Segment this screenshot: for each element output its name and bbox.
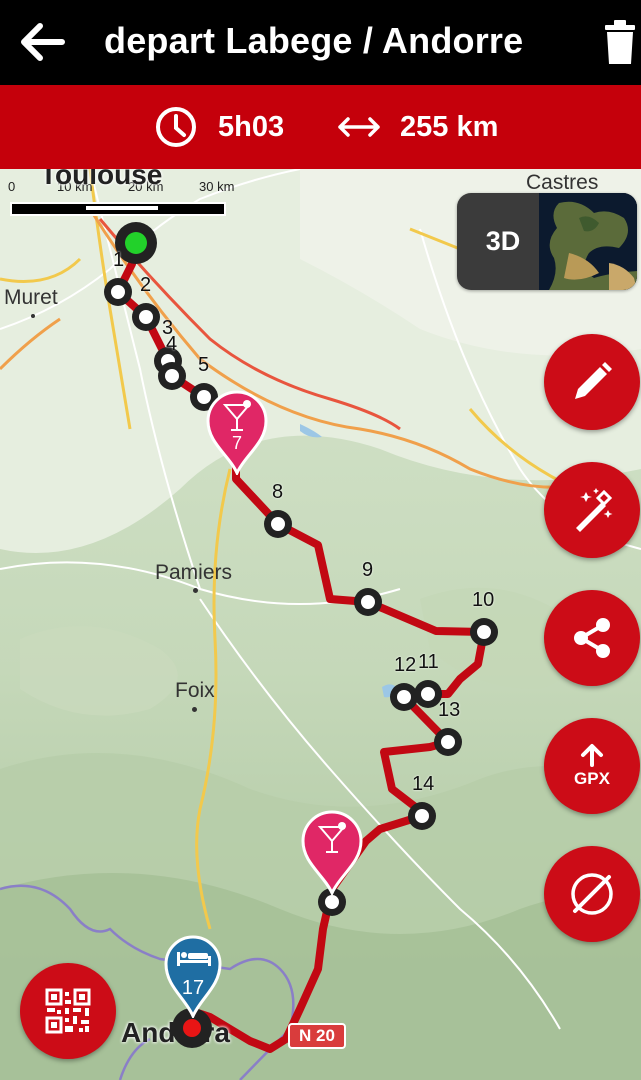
waypoint-marker-8[interactable] (264, 510, 292, 538)
scale-label-30: 30 km (199, 179, 235, 194)
trash-icon (605, 20, 635, 64)
waypoint-marker-4[interactable] (158, 362, 186, 390)
map-view[interactable]: 0 10 km 20 km 30 km Toulouse Castres Mur… (0, 169, 641, 1080)
edit-route-button[interactable] (544, 334, 640, 430)
waypoint-label-10: 10 (472, 589, 495, 611)
road-badge-n20: N 20 (288, 1023, 346, 1049)
poi-pin-bar-16[interactable] (300, 809, 364, 897)
distance-stat: 255 km (336, 85, 498, 169)
duration-value: 5h03 (218, 110, 285, 143)
duration-stat: 5h03 (154, 85, 284, 169)
pamiers-dot (193, 588, 198, 593)
waypoint-label-12: 12 (394, 654, 417, 676)
place-foix: Foix (175, 679, 215, 702)
delete-button[interactable] (596, 14, 641, 70)
gpx-label: GPX (574, 769, 610, 788)
gpx-upload-icon (581, 744, 603, 767)
place-toulouse: Toulouse (40, 169, 163, 190)
place-pamiers: Pamiers (155, 561, 233, 584)
poi-pin-bar-7[interactable]: 7 (205, 389, 269, 477)
qr-code-button[interactable] (20, 963, 116, 1059)
poi-label: 17 (182, 977, 204, 999)
magic-wand-icon (576, 488, 613, 532)
place-castres: Castres (526, 171, 599, 194)
poi-pin-lodging-17[interactable]: 17 (163, 934, 223, 1020)
qr-code-icon (45, 988, 91, 1034)
poi-label: 7 (232, 433, 242, 453)
waypoint-marker-2[interactable] (132, 303, 160, 331)
3d-label: 3D (485, 226, 521, 256)
distance-value: 255 km (400, 110, 499, 143)
waypoint-label-14: 14 (412, 773, 435, 795)
waypoint-marker-13[interactable] (434, 728, 462, 756)
waypoint-marker-14[interactable] (408, 802, 436, 830)
top-app-bar: depart Labege / Andorre (0, 0, 641, 85)
waypoint-label-2: 2 (140, 274, 152, 296)
waypoint-label-5: 5 (198, 354, 210, 376)
3d-layer-toggle[interactable]: 3D (457, 193, 637, 290)
waypoint-label-13: 13 (438, 699, 461, 721)
route-stats-bar: 5h03 255 km (0, 85, 641, 169)
waypoint-label-8: 8 (272, 481, 284, 503)
share-icon (574, 618, 610, 658)
place-muret: Muret (4, 286, 58, 309)
waypoint-label-4: 4 (166, 333, 178, 355)
waypoint-label-1: 1 (113, 249, 125, 271)
auto-route-button[interactable] (544, 462, 640, 558)
eye-off-icon (571, 873, 613, 915)
muret-dot (31, 314, 35, 318)
waypoint-label-11: 11 (418, 651, 439, 673)
pencil-icon (575, 362, 612, 399)
back-button[interactable] (14, 16, 70, 68)
scale-bar (10, 202, 226, 216)
share-button[interactable] (544, 590, 640, 686)
scale-label-0: 0 (8, 179, 16, 194)
export-gpx-button[interactable]: GPX (544, 718, 640, 814)
waypoint-marker-10[interactable] (470, 618, 498, 646)
satellite-preview (539, 193, 637, 290)
waypoint-label-9: 9 (362, 559, 374, 581)
waypoint-marker-12[interactable] (390, 683, 418, 711)
waypoint-marker-9[interactable] (354, 588, 382, 616)
hide-route-button[interactable] (544, 846, 640, 942)
double-arrow-icon (338, 117, 380, 137)
foix-dot (192, 707, 197, 712)
waypoint-marker-1[interactable] (104, 278, 132, 306)
arrow-left-icon (21, 23, 65, 61)
clock-icon (156, 107, 196, 147)
route-title: depart Labege / Andorre (104, 20, 524, 61)
